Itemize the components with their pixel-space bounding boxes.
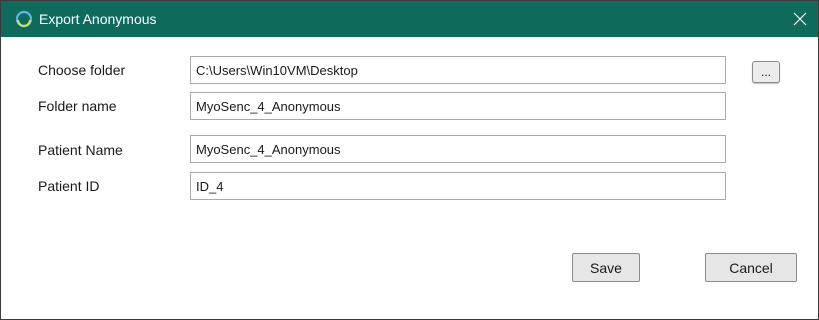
patient-name-label: Patient Name [38, 142, 123, 158]
patient-id-input[interactable] [190, 172, 726, 200]
patient-name-input[interactable] [190, 135, 726, 163]
folder-name-input[interactable] [190, 92, 726, 120]
title-bar: Export Anonymous [1, 1, 818, 37]
window-title: Export Anonymous [39, 11, 157, 27]
folder-name-label: Folder name [38, 98, 117, 114]
circular-logo-icon [15, 10, 33, 28]
choose-folder-label: Choose folder [38, 62, 126, 78]
save-button[interactable]: Save [572, 253, 640, 282]
close-button[interactable] [782, 1, 818, 37]
cancel-button[interactable]: Cancel [705, 253, 797, 282]
patient-id-label: Patient ID [38, 178, 100, 194]
choose-folder-input[interactable] [190, 56, 726, 84]
close-icon [793, 12, 807, 26]
browse-folder-button[interactable]: ... [752, 61, 780, 83]
export-anonymous-dialog: Export Anonymous Choose folder ... Folde… [0, 0, 819, 320]
